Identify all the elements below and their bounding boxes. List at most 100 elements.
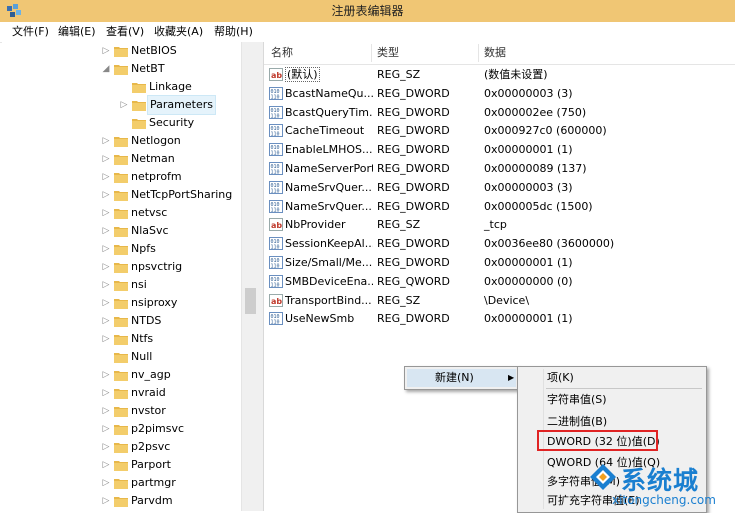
list-header: 名称 类型 数据: [264, 42, 735, 65]
value-row[interactable]: 010 110 NameServerPort REG_DWORD 0x00000089 …: [264, 159, 735, 178]
expand-arrow-icon[interactable]: ▷: [100, 330, 112, 348]
column-header-data[interactable]: 数据: [484, 42, 506, 64]
expand-arrow-icon[interactable]: ▷: [100, 474, 112, 492]
folder-icon: [132, 117, 146, 129]
submenu-item-3[interactable]: 二进制值(B): [547, 412, 607, 431]
tree-item-label: npsvctrig: [131, 260, 183, 273]
value-data: 0x00000001 (1): [484, 312, 573, 326]
expand-arrow-icon[interactable]: ▷: [100, 420, 112, 438]
svg-text:110: 110: [271, 94, 280, 100]
value-type: REG_SZ: [377, 218, 421, 232]
folder-icon: [114, 351, 128, 363]
value-row[interactable]: 010 110 NameSrvQuer... REG_DWORD 0x00000003 …: [264, 178, 735, 197]
expand-arrow-icon[interactable]: ▷: [100, 186, 112, 204]
expand-arrow-icon[interactable]: ▷: [100, 402, 112, 420]
value-name: NameSrvQuer...: [285, 197, 373, 216]
tree-item-label: Security: [149, 116, 195, 129]
column-header-name[interactable]: 名称: [271, 42, 293, 64]
tree-scroll-thumb[interactable]: [245, 288, 256, 314]
tree-item-label: netvsc: [131, 206, 168, 219]
tree-item-label: p2pimsvc: [131, 422, 185, 435]
value-name: BcastNameQu...: [285, 84, 373, 103]
expand-arrow-icon[interactable]: ▷: [100, 366, 112, 384]
value-data: 0x00000003 (3): [484, 180, 573, 194]
submenu-item-0[interactable]: 项(K): [547, 368, 574, 387]
value-row[interactable]: ab (默认) REG_SZ (数值未设置): [264, 65, 735, 84]
expand-arrow-icon[interactable]: ▷: [100, 258, 112, 276]
value-row[interactable]: 010 110 UseNewSmb REG_DWORD 0x00000001 (1): [264, 309, 735, 328]
value-type: REG_DWORD: [377, 86, 450, 100]
column-divider[interactable]: [478, 44, 479, 62]
expand-arrow-icon[interactable]: ▷: [100, 204, 112, 222]
value-name-text: Size/Small/Me...: [285, 256, 373, 269]
tree-item-label: partmgr: [131, 476, 176, 489]
expand-arrow-icon[interactable]: ▷: [100, 492, 112, 510]
column-divider[interactable]: [371, 44, 372, 62]
value-row[interactable]: ab TransportBind... REG_SZ \Device\: [264, 291, 735, 310]
expand-arrow-icon[interactable]: ▷: [100, 42, 112, 60]
value-row[interactable]: 010 110 NameSrvQuer... REG_DWORD 0x000005dc …: [264, 197, 735, 216]
value-name: CacheTimeout: [285, 121, 373, 140]
value-data: \Device\: [484, 293, 530, 307]
value-row[interactable]: 010 110 CacheTimeout REG_DWORD 0x000927c0 (6…: [264, 121, 735, 140]
folder-icon: [114, 135, 128, 147]
expand-arrow-icon[interactable]: ▷: [100, 276, 112, 294]
dword-value-icon: 010 110: [269, 143, 283, 157]
folder-icon: [114, 153, 128, 165]
svg-text:110: 110: [271, 320, 280, 326]
expand-arrow-icon[interactable]: ▷: [100, 132, 112, 150]
svg-text:110: 110: [271, 151, 280, 157]
column-header-type[interactable]: 类型: [377, 42, 399, 64]
svg-text:110: 110: [271, 188, 280, 194]
expand-arrow-icon[interactable]: ▷: [100, 312, 112, 330]
menu-item-new[interactable]: 新建(N) ▶: [407, 369, 516, 387]
folder-icon: [114, 495, 128, 507]
value-name: UseNewSmb: [285, 309, 373, 328]
expand-arrow-icon[interactable]: ▷: [100, 168, 112, 186]
menu-edit[interactable]: 编辑(E): [54, 22, 100, 42]
watermark-logo-icon: [590, 464, 616, 490]
value-type: REG_DWORD: [377, 180, 450, 194]
value-data: 0x00000001 (1): [484, 256, 573, 269]
value-row[interactable]: 010 110 BcastQueryTim... REG_DWORD 0x000002e…: [264, 103, 735, 122]
svg-text:ab: ab: [271, 71, 282, 80]
menu-help[interactable]: 帮助(H): [210, 22, 257, 42]
tree-item-label: nv_agp: [131, 368, 171, 381]
menu-favorites[interactable]: 收藏夹(A): [150, 22, 207, 42]
folder-icon: [132, 81, 146, 93]
tree-vertical-scrollbar[interactable]: [241, 42, 259, 511]
expand-arrow-icon[interactable]: ▷: [118, 96, 130, 114]
folder-icon: [114, 423, 128, 435]
value-row[interactable]: 010 110 Size/Small/Me... REG_DWORD 0x0000000…: [264, 253, 735, 272]
value-row[interactable]: 010 110 BcastNameQu... REG_DWORD 0x00000003 …: [264, 84, 735, 103]
folder-icon: [114, 459, 128, 471]
value-name: Size/Small/Me...: [285, 253, 373, 272]
value-type: REG_QWORD: [377, 274, 450, 288]
collapse-arrow-icon[interactable]: ◢: [100, 60, 112, 78]
expand-arrow-icon[interactable]: ▷: [100, 150, 112, 168]
value-row[interactable]: 010 110 SMBDeviceEna... REG_QWORD 0x00000000…: [264, 272, 735, 291]
expand-arrow-icon[interactable]: ▷: [100, 456, 112, 474]
menu-file[interactable]: 文件(F): [8, 22, 53, 42]
expand-arrow-icon[interactable]: ▷: [100, 438, 112, 456]
registry-key-tree[interactable]: ▷ NetBIOS ◢ NetBT Linkage ▷ Parameters Security…: [2, 42, 257, 511]
value-data: 0x00000003 (3): [484, 86, 573, 100]
value-row[interactable]: 010 110 SessionKeepAl... REG_DWORD 0x0036ee8…: [264, 234, 735, 253]
expand-arrow-icon[interactable]: ▷: [100, 384, 112, 402]
folder-icon: [114, 369, 128, 381]
menu-view[interactable]: 查看(V): [102, 22, 148, 42]
expand-arrow-icon[interactable]: ▷: [100, 240, 112, 258]
svg-text:110: 110: [271, 264, 280, 270]
tree-item-label: Linkage: [149, 80, 192, 93]
tree-item-label: NTDS: [131, 314, 162, 327]
expand-arrow-icon[interactable]: ▷: [100, 294, 112, 312]
folder-icon: [114, 63, 128, 75]
value-row[interactable]: ab NbProvider REG_SZ _tcp: [264, 215, 735, 234]
value-name-text: NameServerPort: [285, 162, 373, 175]
submenu-item-2[interactable]: 字符串值(S): [547, 390, 607, 409]
expand-arrow-icon[interactable]: ▷: [100, 222, 112, 240]
tree-item-label: p2psvc: [131, 440, 171, 453]
value-row[interactable]: 010 110 EnableLMHOS... REG_DWORD 0x00000001 …: [264, 140, 735, 159]
value-name: NameServerPort: [285, 159, 373, 178]
folder-icon: [114, 387, 128, 399]
